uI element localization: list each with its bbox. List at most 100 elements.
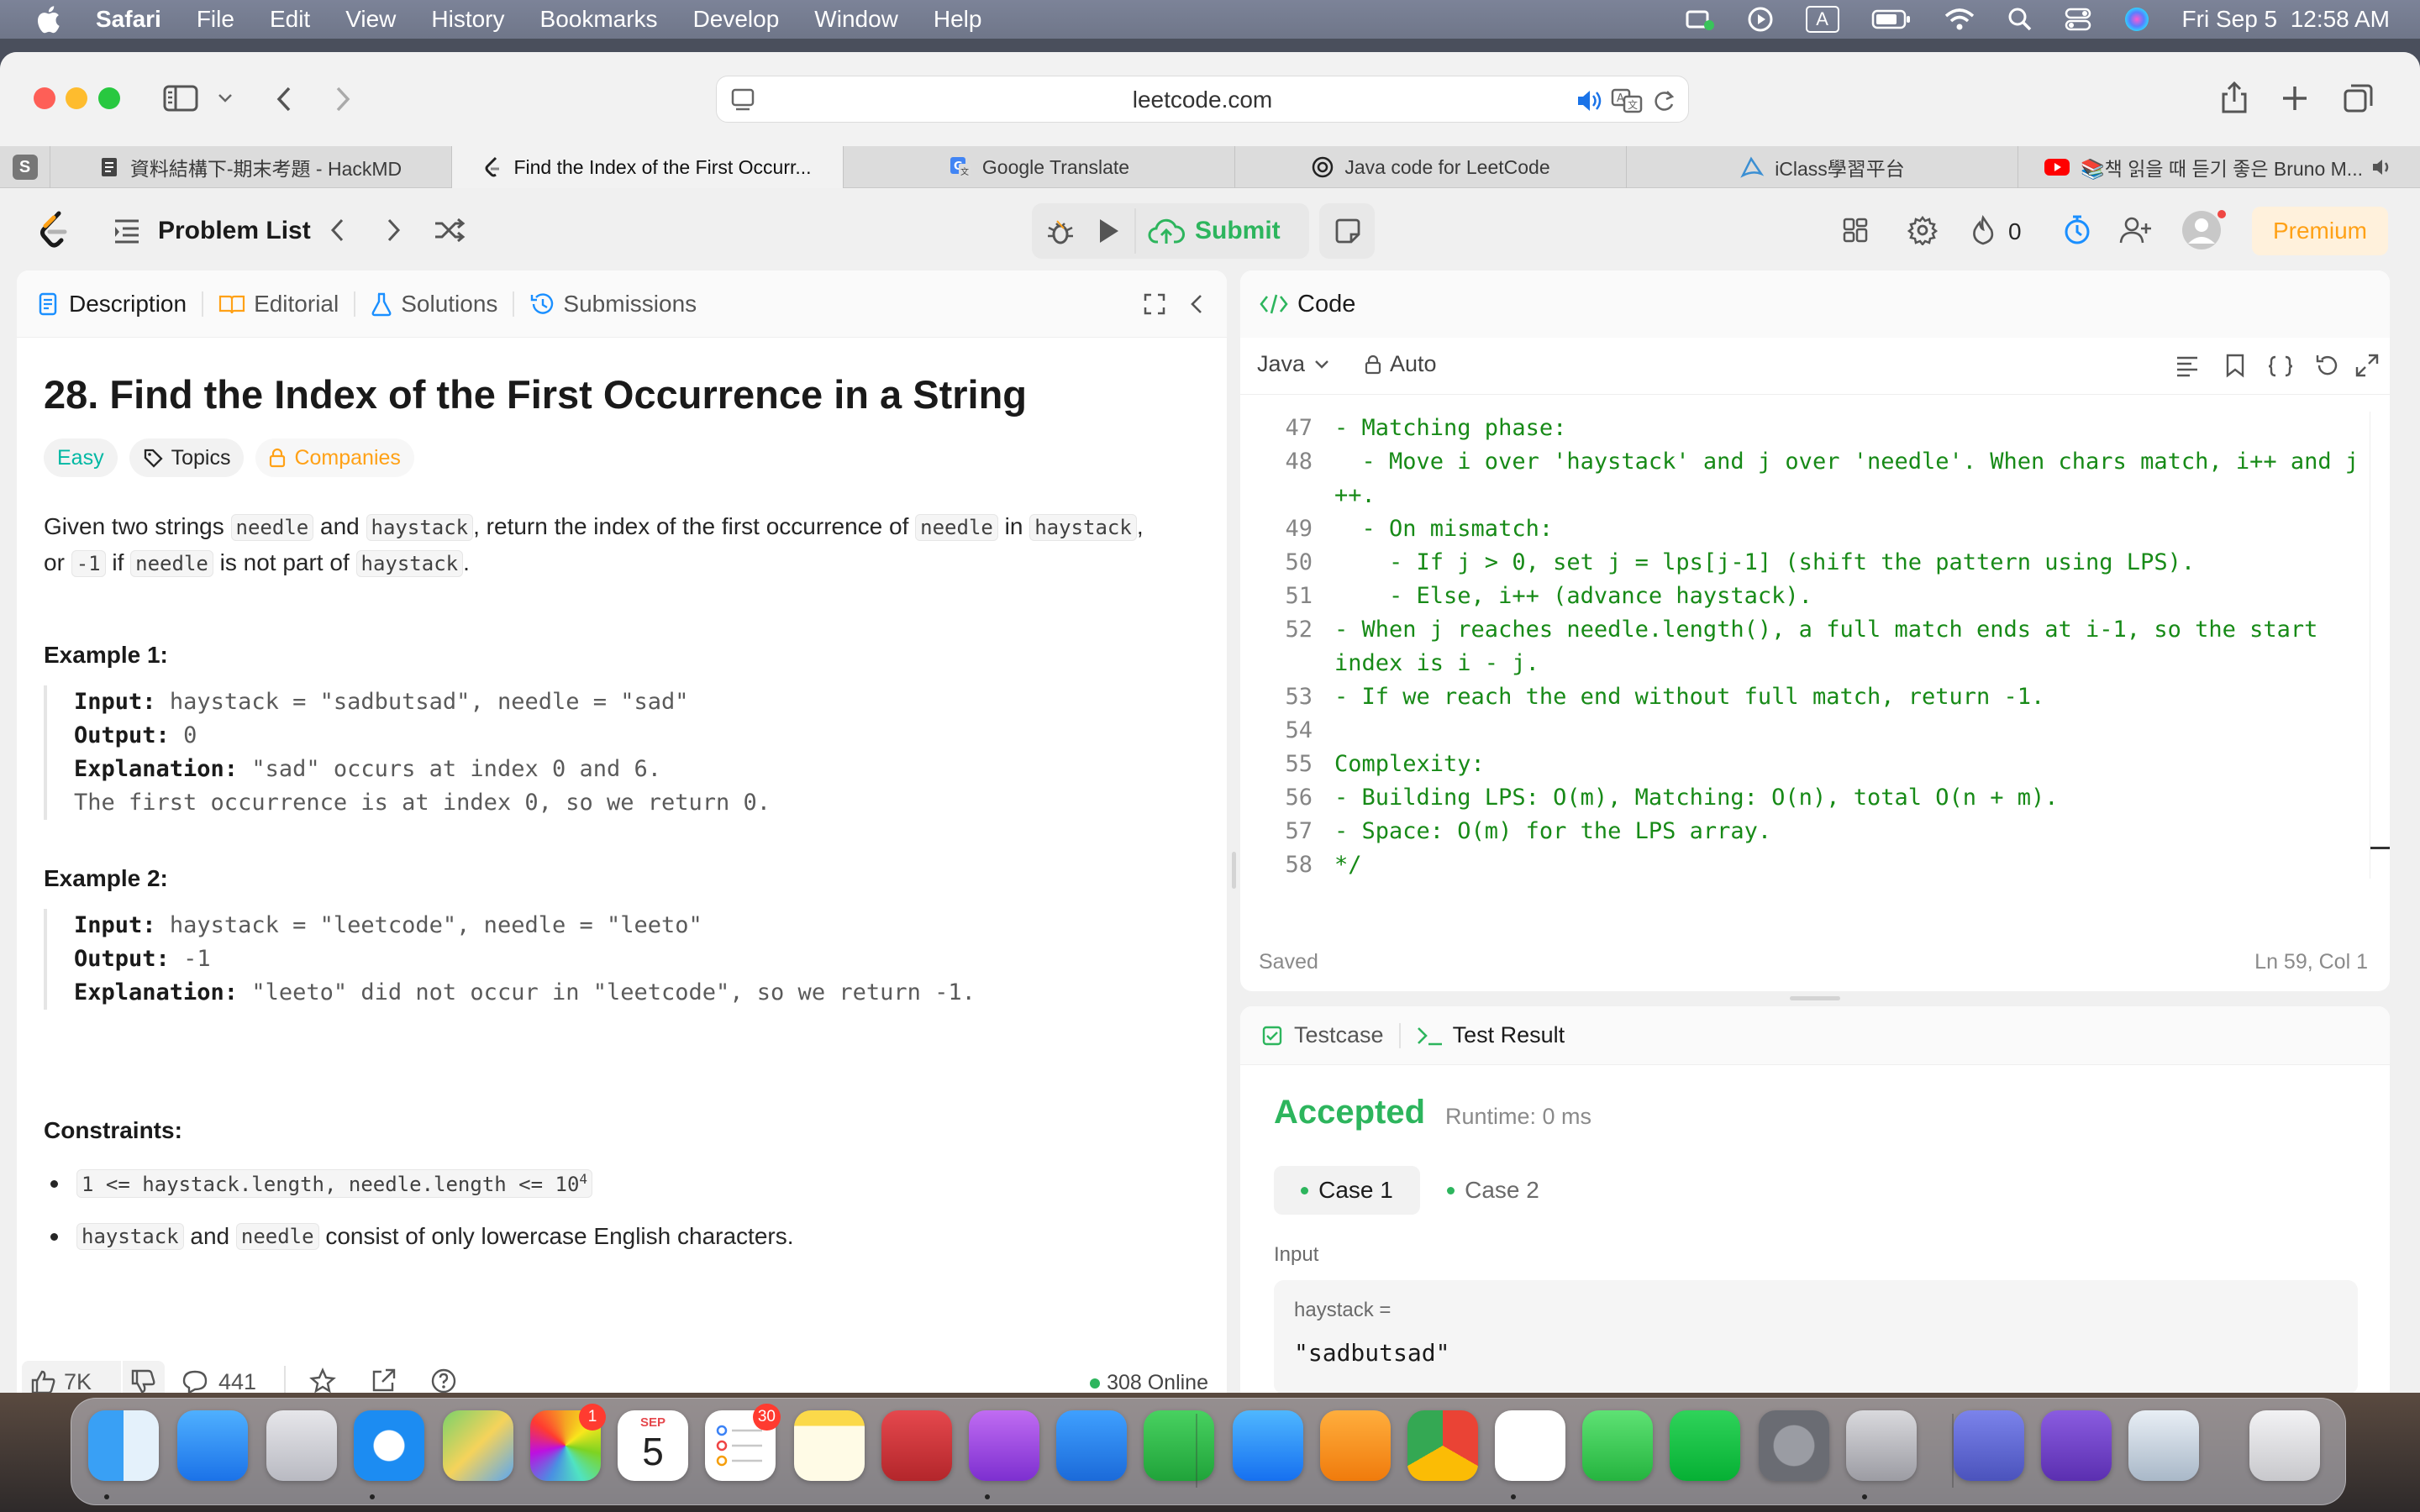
comment-count[interactable]: 441 bbox=[218, 1369, 256, 1393]
avatar[interactable] bbox=[2180, 208, 2228, 252]
trash-icon[interactable] bbox=[2249, 1410, 2320, 1481]
window-close-button[interactable] bbox=[34, 87, 55, 109]
auto-mode-toggle[interactable]: Auto bbox=[1365, 351, 1437, 377]
menu-view[interactable]: View bbox=[345, 6, 396, 33]
spotlight-search-icon[interactable] bbox=[2007, 7, 2033, 32]
photos-icon[interactable]: 1 bbox=[530, 1404, 606, 1481]
case-1-tab[interactable]: Case 1 bbox=[1274, 1166, 1420, 1215]
editor-scrollbar[interactable] bbox=[2370, 412, 2390, 879]
case-2-tab[interactable]: Case 2 bbox=[1430, 1166, 1556, 1215]
launchpad-icon[interactable] bbox=[266, 1410, 337, 1481]
tab-leetcode[interactable]: Find the Index of the First Occurr... bbox=[452, 146, 844, 188]
battery-icon[interactable] bbox=[1871, 8, 1912, 30]
premium-button[interactable]: Premium bbox=[2252, 207, 2388, 255]
menu-edit[interactable]: Edit bbox=[270, 6, 310, 33]
submit-button[interactable]: Submit bbox=[1134, 208, 1299, 254]
pinned-tab[interactable]: S bbox=[0, 146, 50, 188]
share-icon[interactable] bbox=[2220, 81, 2249, 114]
share-link-icon[interactable] bbox=[370, 1368, 397, 1393]
wifi-icon[interactable] bbox=[1944, 7, 1975, 32]
tab-google-translate[interactable]: G文 Google Translate bbox=[844, 146, 1235, 188]
layout-icon[interactable] bbox=[1842, 217, 1869, 244]
input-source-icon[interactable]: A bbox=[1805, 6, 1839, 33]
tab-description[interactable]: Description bbox=[39, 291, 187, 318]
reset-code-icon[interactable] bbox=[2314, 353, 2339, 378]
menu-window[interactable]: Window bbox=[814, 6, 898, 33]
maximize-icon[interactable] bbox=[1143, 292, 1166, 316]
tab-iclass[interactable]: iClass學習平台 bbox=[1627, 146, 2018, 188]
dislike-button[interactable] bbox=[123, 1361, 165, 1393]
comment-icon[interactable] bbox=[182, 1369, 208, 1393]
code-line[interactable]: 54 bbox=[1240, 714, 2366, 748]
braces-icon[interactable] bbox=[2267, 354, 2294, 378]
menu-file[interactable]: File bbox=[197, 6, 234, 33]
shuffle-icon[interactable] bbox=[434, 217, 466, 244]
audio-playing-icon[interactable] bbox=[1576, 88, 1604, 113]
format-icon[interactable] bbox=[2175, 354, 2200, 378]
safari-icon[interactable] bbox=[354, 1410, 424, 1481]
reminders-icon[interactable]: 30 bbox=[705, 1404, 781, 1481]
notes-button[interactable] bbox=[1319, 203, 1375, 259]
keynote-icon[interactable] bbox=[1056, 1410, 1127, 1481]
url-text[interactable]: leetcode.com bbox=[717, 76, 1688, 123]
window-minimize-button[interactable] bbox=[66, 87, 87, 109]
back-icon[interactable] bbox=[274, 86, 294, 113]
timer-icon[interactable] bbox=[2062, 213, 2092, 247]
panel-resize-handle[interactable] bbox=[1790, 996, 1840, 1000]
tab-youtube[interactable]: 📚책 읽을 때 듣기 좋은 Bruno M... bbox=[2018, 146, 2420, 188]
code-line[interactable]: 49 - On mismatch: bbox=[1240, 512, 2366, 546]
new-tab-icon[interactable] bbox=[2281, 84, 2309, 113]
code-line[interactable]: 48 - Move i over 'haystack' and j over '… bbox=[1240, 445, 2366, 479]
menu-history[interactable]: History bbox=[431, 6, 504, 33]
siri-icon[interactable] bbox=[2123, 6, 2150, 33]
menu-bookmarks[interactable]: Bookmarks bbox=[540, 6, 658, 33]
finder-icon[interactable] bbox=[88, 1410, 159, 1481]
prev-problem-icon[interactable] bbox=[328, 217, 346, 244]
notes-icon[interactable] bbox=[794, 1410, 865, 1481]
code-line[interactable]: 50 - If j > 0, set j = lps[j-1] (shift t… bbox=[1240, 546, 2366, 580]
problem-list-link[interactable]: Problem List bbox=[158, 217, 311, 245]
code-line[interactable]: 47 - Matching phase: bbox=[1240, 412, 2366, 445]
leetcode-logo[interactable] bbox=[37, 210, 71, 250]
menu-app-name[interactable]: Safari bbox=[96, 6, 161, 33]
problem-list-icon[interactable] bbox=[113, 217, 141, 244]
tab-test-result[interactable]: Test Result bbox=[1416, 1022, 1565, 1048]
like-button[interactable]: 7K bbox=[22, 1361, 121, 1393]
code-line[interactable]: 51 - Else, i++ (advance haystack). bbox=[1240, 580, 2366, 613]
menu-develop[interactable]: Develop bbox=[693, 6, 780, 33]
vertical-resize-handle[interactable] bbox=[1232, 852, 1236, 889]
code-line[interactable]: 55 Complexity: bbox=[1240, 748, 2366, 781]
collapse-panel-icon[interactable] bbox=[1188, 292, 1205, 316]
companies-tag[interactable]: Companies bbox=[255, 438, 414, 477]
apple-menu-icon[interactable] bbox=[35, 5, 60, 34]
system-settings-icon[interactable] bbox=[1759, 1410, 1829, 1481]
tab-audio-icon[interactable] bbox=[2371, 157, 2395, 177]
photo-booth-icon[interactable] bbox=[881, 1410, 952, 1481]
preview-icon[interactable] bbox=[2128, 1410, 2199, 1481]
code-line[interactable]: 57 - Space: O(m) for the LPS array. bbox=[1240, 815, 2366, 848]
help-icon[interactable] bbox=[430, 1368, 457, 1393]
code-line[interactable]: ++. bbox=[1240, 479, 2366, 512]
teams-icon[interactable] bbox=[1954, 1410, 2024, 1481]
menu-help[interactable]: Help bbox=[934, 6, 982, 33]
code-line[interactable]: 53 - If we reach the end without full mat… bbox=[1240, 680, 2366, 714]
tab-hackmd[interactable]: 資料結構下-期末考題 - HackMD bbox=[50, 146, 452, 188]
code-line[interactable]: 56 - Building LPS: O(m), Matching: O(n), … bbox=[1240, 781, 2366, 815]
code-editor[interactable]: 47 - Matching phase: 48 - Move i over 'hay… bbox=[1240, 395, 2390, 890]
github-desktop-icon[interactable] bbox=[2041, 1410, 2112, 1481]
tab-overview-icon[interactable] bbox=[2343, 82, 2375, 114]
bookmark-icon[interactable] bbox=[2225, 353, 2245, 378]
window-zoom-button[interactable] bbox=[98, 87, 120, 109]
topics-tag[interactable]: Topics bbox=[129, 438, 245, 477]
pages-icon[interactable] bbox=[1320, 1410, 1391, 1481]
code-line[interactable]: 58 */ bbox=[1240, 848, 2366, 882]
fullscreen-icon[interactable] bbox=[2354, 353, 2380, 378]
media-play-icon[interactable] bbox=[1747, 6, 1774, 33]
iphone-mirroring-icon[interactable] bbox=[1846, 1410, 1917, 1481]
tab-solutions[interactable]: Solutions bbox=[371, 291, 497, 318]
podcasts-icon[interactable] bbox=[969, 1410, 1039, 1481]
tab-chatgpt[interactable]: Java code for LeetCode bbox=[1235, 146, 1627, 188]
tab-testcase[interactable]: Testcase bbox=[1262, 1022, 1384, 1048]
code-line[interactable]: index is i - j. bbox=[1240, 647, 2366, 680]
tab-group-chevron-icon[interactable] bbox=[217, 92, 234, 104]
